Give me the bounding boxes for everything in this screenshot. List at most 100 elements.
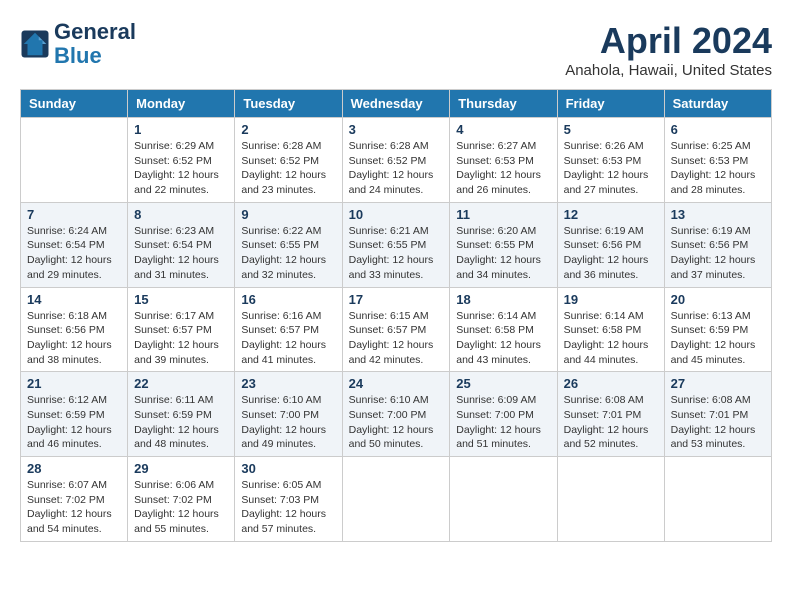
day-detail: Sunrise: 6:14 AM Sunset: 6:58 PM Dayligh… xyxy=(456,309,550,368)
day-detail: Sunrise: 6:24 AM Sunset: 6:54 PM Dayligh… xyxy=(27,224,121,283)
day-cell: 10 Sunrise: 6:21 AM Sunset: 6:55 PM Dayli… xyxy=(342,202,450,287)
day-cell: 25 Sunrise: 6:09 AM Sunset: 7:00 PM Dayli… xyxy=(450,372,557,457)
day-number: 23 xyxy=(241,376,335,391)
day-cell xyxy=(21,118,128,203)
day-detail: Sunrise: 6:12 AM Sunset: 6:59 PM Dayligh… xyxy=(27,393,121,452)
day-cell: 12Sunrise: 6:19 AM Sunset: 6:56 PM Dayli… xyxy=(557,202,664,287)
day-cell: 14Sunrise: 6:18 AM Sunset: 6:56 PM Dayli… xyxy=(21,287,128,372)
day-number: 21 xyxy=(27,376,121,391)
day-detail: Sunrise: 6:16 AM Sunset: 6:57 PM Dayligh… xyxy=(241,309,335,368)
day-cell: 5 Sunrise: 6:26 AM Sunset: 6:53 PM Daylig… xyxy=(557,118,664,203)
day-number: 20 xyxy=(671,292,765,307)
day-cell: 26 Sunrise: 6:08 AM Sunset: 7:01 PM Dayli… xyxy=(557,372,664,457)
day-number: 10 xyxy=(349,207,444,222)
weekday-header-row: SundayMondayTuesdayWednesdayThursdayFrid… xyxy=(21,90,772,118)
day-cell: 7 Sunrise: 6:24 AM Sunset: 6:54 PM Daylig… xyxy=(21,202,128,287)
day-cell xyxy=(557,457,664,542)
week-row-5: 28Sunrise: 6:07 AM Sunset: 7:02 PM Dayli… xyxy=(21,457,772,542)
day-number: 6 xyxy=(671,122,765,137)
day-cell: 3 Sunrise: 6:28 AM Sunset: 6:52 PM Daylig… xyxy=(342,118,450,203)
day-cell: 15 Sunrise: 6:17 AM Sunset: 6:57 PM Dayli… xyxy=(128,287,235,372)
day-cell xyxy=(450,457,557,542)
day-cell: 18 Sunrise: 6:14 AM Sunset: 6:58 PM Dayli… xyxy=(450,287,557,372)
day-number: 17 xyxy=(349,292,444,307)
day-cell: 28Sunrise: 6:07 AM Sunset: 7:02 PM Dayli… xyxy=(21,457,128,542)
day-cell xyxy=(342,457,450,542)
day-number: 3 xyxy=(349,122,444,137)
day-number: 5 xyxy=(564,122,658,137)
day-detail: Sunrise: 6:11 AM Sunset: 6:59 PM Dayligh… xyxy=(134,393,228,452)
day-cell: 9 Sunrise: 6:22 AM Sunset: 6:55 PM Daylig… xyxy=(235,202,342,287)
logo-line1: General xyxy=(54,20,136,44)
day-detail: Sunrise: 6:28 AM Sunset: 6:52 PM Dayligh… xyxy=(349,139,444,198)
day-number: 11 xyxy=(456,207,550,222)
weekday-header-wednesday: Wednesday xyxy=(342,90,450,118)
day-detail: Sunrise: 6:09 AM Sunset: 7:00 PM Dayligh… xyxy=(456,393,550,452)
day-number: 19 xyxy=(564,292,658,307)
day-detail: Sunrise: 6:13 AM Sunset: 6:59 PM Dayligh… xyxy=(671,309,765,368)
day-cell: 27Sunrise: 6:08 AM Sunset: 7:01 PM Dayli… xyxy=(664,372,771,457)
day-cell: 24Sunrise: 6:10 AM Sunset: 7:00 PM Dayli… xyxy=(342,372,450,457)
day-cell: 4 Sunrise: 6:27 AM Sunset: 6:53 PM Daylig… xyxy=(450,118,557,203)
day-cell: 30 Sunrise: 6:05 AM Sunset: 7:03 PM Dayli… xyxy=(235,457,342,542)
day-detail: Sunrise: 6:27 AM Sunset: 6:53 PM Dayligh… xyxy=(456,139,550,198)
day-detail: Sunrise: 6:06 AM Sunset: 7:02 PM Dayligh… xyxy=(134,478,228,537)
weekday-header-friday: Friday xyxy=(557,90,664,118)
logo-line2: Blue xyxy=(54,44,136,68)
day-cell: 2 Sunrise: 6:28 AM Sunset: 6:52 PM Daylig… xyxy=(235,118,342,203)
day-detail: Sunrise: 6:21 AM Sunset: 6:55 PM Dayligh… xyxy=(349,224,444,283)
day-number: 15 xyxy=(134,292,228,307)
week-row-3: 14Sunrise: 6:18 AM Sunset: 6:56 PM Dayli… xyxy=(21,287,772,372)
day-cell: 11 Sunrise: 6:20 AM Sunset: 6:55 PM Dayli… xyxy=(450,202,557,287)
day-number: 12 xyxy=(564,207,658,222)
day-detail: Sunrise: 6:20 AM Sunset: 6:55 PM Dayligh… xyxy=(456,224,550,283)
day-detail: Sunrise: 6:23 AM Sunset: 6:54 PM Dayligh… xyxy=(134,224,228,283)
calendar-table: SundayMondayTuesdayWednesdayThursdayFrid… xyxy=(20,89,772,542)
day-number: 14 xyxy=(27,292,121,307)
month-title: April 2024 xyxy=(565,20,772,62)
weekday-header-thursday: Thursday xyxy=(450,90,557,118)
day-number: 9 xyxy=(241,207,335,222)
day-number: 26 xyxy=(564,376,658,391)
day-detail: Sunrise: 6:07 AM Sunset: 7:02 PM Dayligh… xyxy=(27,478,121,537)
day-cell: 23 Sunrise: 6:10 AM Sunset: 7:00 PM Dayli… xyxy=(235,372,342,457)
day-number: 29 xyxy=(134,461,228,476)
day-detail: Sunrise: 6:19 AM Sunset: 6:56 PM Dayligh… xyxy=(671,224,765,283)
day-detail: Sunrise: 6:25 AM Sunset: 6:53 PM Dayligh… xyxy=(671,139,765,198)
day-number: 2 xyxy=(241,122,335,137)
logo: General Blue xyxy=(20,20,136,68)
day-cell: 1Sunrise: 6:29 AM Sunset: 6:52 PM Daylig… xyxy=(128,118,235,203)
week-row-4: 21 Sunrise: 6:12 AM Sunset: 6:59 PM Dayli… xyxy=(21,372,772,457)
day-cell: 21 Sunrise: 6:12 AM Sunset: 6:59 PM Dayli… xyxy=(21,372,128,457)
day-detail: Sunrise: 6:28 AM Sunset: 6:52 PM Dayligh… xyxy=(241,139,335,198)
day-cell: 13 Sunrise: 6:19 AM Sunset: 6:56 PM Dayli… xyxy=(664,202,771,287)
page-header: General Blue April 2024 Anahola, Hawaii,… xyxy=(20,20,772,79)
day-detail: Sunrise: 6:22 AM Sunset: 6:55 PM Dayligh… xyxy=(241,224,335,283)
title-block: April 2024 Anahola, Hawaii, United State… xyxy=(565,20,772,79)
day-number: 18 xyxy=(456,292,550,307)
day-number: 25 xyxy=(456,376,550,391)
day-cell: 19 Sunrise: 6:14 AM Sunset: 6:58 PM Dayli… xyxy=(557,287,664,372)
day-detail: Sunrise: 6:10 AM Sunset: 7:00 PM Dayligh… xyxy=(241,393,335,452)
day-number: 13 xyxy=(671,207,765,222)
day-detail: Sunrise: 6:08 AM Sunset: 7:01 PM Dayligh… xyxy=(564,393,658,452)
day-number: 16 xyxy=(241,292,335,307)
day-number: 22 xyxy=(134,376,228,391)
day-detail: Sunrise: 6:26 AM Sunset: 6:53 PM Dayligh… xyxy=(564,139,658,198)
day-detail: Sunrise: 6:14 AM Sunset: 6:58 PM Dayligh… xyxy=(564,309,658,368)
day-number: 1 xyxy=(134,122,228,137)
day-cell xyxy=(664,457,771,542)
day-detail: Sunrise: 6:17 AM Sunset: 6:57 PM Dayligh… xyxy=(134,309,228,368)
day-cell: 16 Sunrise: 6:16 AM Sunset: 6:57 PM Dayli… xyxy=(235,287,342,372)
day-number: 4 xyxy=(456,122,550,137)
day-detail: Sunrise: 6:08 AM Sunset: 7:01 PM Dayligh… xyxy=(671,393,765,452)
day-number: 7 xyxy=(27,207,121,222)
day-number: 30 xyxy=(241,461,335,476)
day-cell: 29 Sunrise: 6:06 AM Sunset: 7:02 PM Dayli… xyxy=(128,457,235,542)
day-number: 24 xyxy=(349,376,444,391)
weekday-header-monday: Monday xyxy=(128,90,235,118)
day-cell: 6 Sunrise: 6:25 AM Sunset: 6:53 PM Daylig… xyxy=(664,118,771,203)
week-row-1: 1Sunrise: 6:29 AM Sunset: 6:52 PM Daylig… xyxy=(21,118,772,203)
day-number: 8 xyxy=(134,207,228,222)
day-detail: Sunrise: 6:05 AM Sunset: 7:03 PM Dayligh… xyxy=(241,478,335,537)
